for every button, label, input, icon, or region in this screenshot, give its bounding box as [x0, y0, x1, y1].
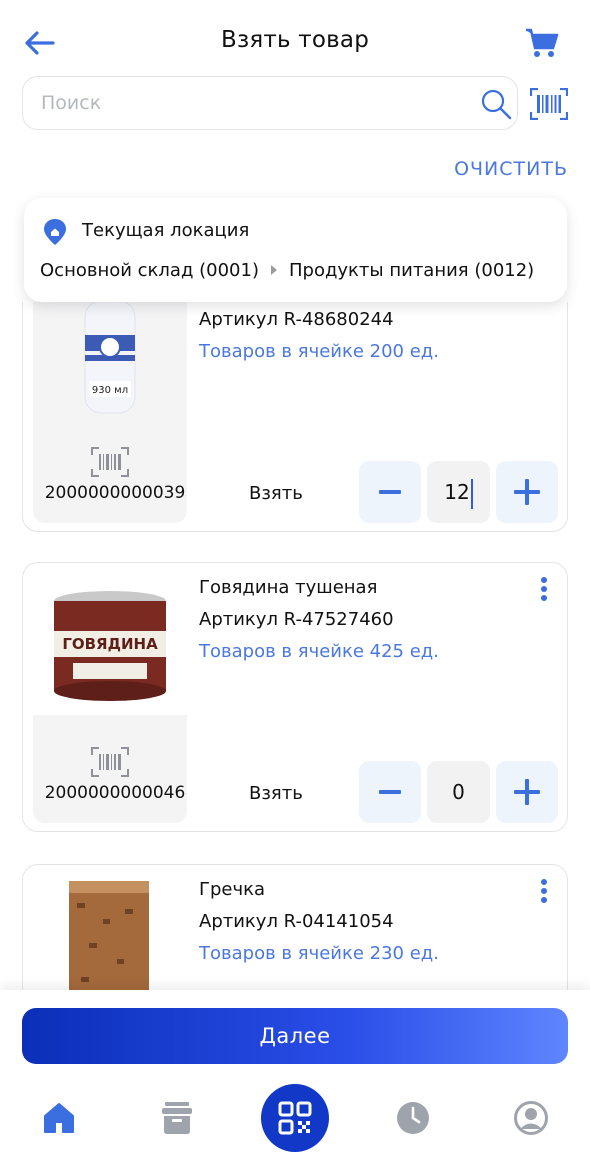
- product-sku: Артикул R-47527460: [199, 609, 394, 630]
- product-name: Гречка: [199, 879, 266, 900]
- decrement-button[interactable]: [359, 761, 421, 823]
- product-stock: Товаров в ячейке 230 ед.: [199, 943, 439, 964]
- more-vertical-icon[interactable]: [537, 877, 551, 905]
- milk-bottle-image: 930 мл: [84, 302, 136, 414]
- plus-icon: [514, 479, 540, 505]
- product-stock: Товаров в ячейке 200 ед.: [199, 341, 439, 362]
- quantity-stepper: 0: [359, 761, 559, 823]
- canned-beef-image: ГОВЯДИНА: [54, 591, 166, 701]
- product-sku: Артикул R-48680244: [199, 309, 394, 330]
- decrement-button[interactable]: [359, 461, 421, 523]
- quantity-stepper: 12: [359, 461, 559, 523]
- product-stock: Товаров в ячейке 425 ед.: [199, 641, 439, 662]
- increment-button[interactable]: [496, 461, 558, 523]
- home-icon[interactable]: [41, 1100, 77, 1136]
- search-input[interactable]: [41, 87, 471, 119]
- plus-icon: [514, 779, 540, 805]
- next-button[interactable]: Далее: [22, 1008, 568, 1064]
- chevron-right-icon: [270, 265, 277, 275]
- user-icon[interactable]: [513, 1100, 549, 1136]
- search-icon[interactable]: [479, 87, 513, 121]
- barcode-icon: [91, 747, 129, 777]
- increment-button[interactable]: [496, 761, 558, 823]
- product-photo: 930 мл 2000000000039: [33, 302, 187, 523]
- svg-text:ГОВЯДИНА: ГОВЯДИНА: [62, 635, 158, 653]
- card-1-visible: 930 мл 2000000000039 Артикул R-48680244 …: [22, 302, 568, 532]
- search-field: [22, 76, 518, 130]
- product-card[interactable]: ГОВЯДИНА 2000000000046 Говядина тушеная …: [22, 562, 568, 832]
- cart-icon[interactable]: [524, 26, 560, 60]
- product-photo: ГОВЯДИНА 2000000000046: [33, 571, 187, 823]
- take-label: Взять: [249, 483, 303, 504]
- clear-button[interactable]: ОЧИСТИТЬ: [454, 158, 568, 180]
- current-location-panel: Текущая локация Основной склад (0001) Про…: [24, 198, 567, 302]
- barcode-scan-icon[interactable]: [530, 88, 568, 120]
- quantity-input[interactable]: 0: [427, 761, 490, 823]
- breadcrumb-warehouse[interactable]: Основной склад (0001): [40, 260, 259, 281]
- app-header-overlay: Взять товар: [0, 0, 590, 80]
- breadcrumb-zone[interactable]: Продукты питания (0012): [289, 260, 534, 281]
- barcode-number: 2000000000046: [44, 783, 186, 803]
- product-card[interactable]: 930 мл 2000000000039 Артикул R-48680244 …: [22, 302, 568, 532]
- clock-icon[interactable]: [395, 1100, 431, 1136]
- archive-icon[interactable]: [159, 1100, 195, 1136]
- qr-code-icon: [278, 1101, 312, 1135]
- bottom-panel: Далее: [0, 990, 590, 1174]
- barcode-number: 2000000000039: [44, 483, 186, 503]
- svg-text:930 мл: 930 мл: [92, 385, 128, 396]
- product-name: Говядина тушеная: [199, 577, 378, 598]
- qr-scan-button[interactable]: [261, 1084, 329, 1152]
- location-pin-icon: [44, 219, 66, 245]
- take-label: Взять: [249, 783, 303, 804]
- location-title: Текущая локация: [82, 220, 250, 241]
- quantity-input[interactable]: 12: [427, 461, 490, 523]
- barcode-icon: [91, 447, 129, 477]
- minus-icon: [379, 790, 401, 794]
- more-vertical-icon[interactable]: [537, 575, 551, 603]
- minus-icon: [379, 490, 401, 494]
- product-sku: Артикул R-04141054: [199, 911, 394, 932]
- location-breadcrumb: Основной склад (0001) Продукты питания (0…: [40, 260, 534, 281]
- page-title: Взять товар: [220, 27, 370, 53]
